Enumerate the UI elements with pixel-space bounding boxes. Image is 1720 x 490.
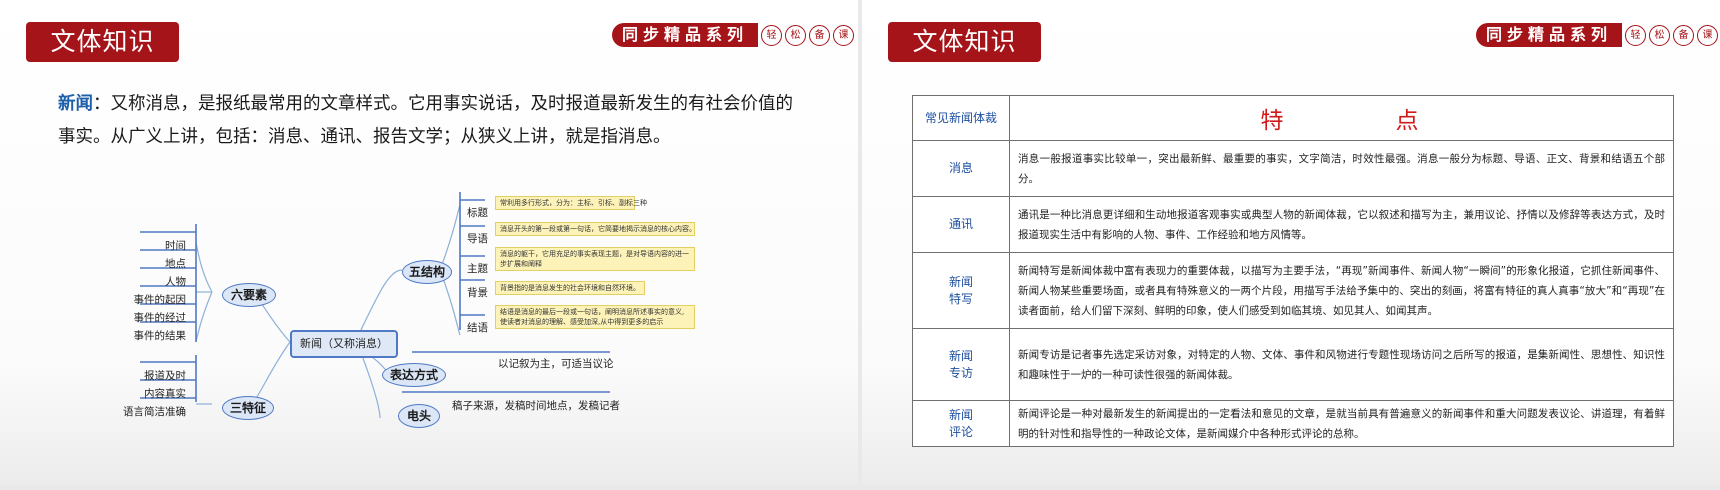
seal-char: 轻	[1625, 24, 1647, 46]
seal-char: 备	[809, 24, 831, 46]
seal-char: 备	[1673, 24, 1695, 46]
feature-item: 报道及时	[144, 370, 186, 382]
seal-char: 轻	[761, 24, 783, 46]
news-genre-table: 常见新闻体裁 特 点 消息 消息一般报道事实比较单一，突出最新鲜、最重要的事实，…	[912, 95, 1674, 447]
six-element-item: 地点	[165, 258, 186, 270]
genre-name: 新闻 专访	[912, 328, 1010, 401]
six-element-item: 事件的结果	[133, 330, 187, 342]
genre-description: 通讯是一种比消息更详细和生动地报道客观事实或典型人物的新闻体裁，它以叙述和描写为…	[1009, 196, 1674, 253]
genre-label: 新闻 专访	[948, 348, 973, 380]
structure-note: 消息开头的第一段或第一句话，它简要地揭示消息的核心内容。	[495, 222, 696, 236]
mindmap-center-node: 新闻（又称消息）	[290, 330, 398, 358]
structure-note: 常利用多行形式，分为：主标、引标、副标三种	[495, 196, 647, 210]
slide-title: 文体知识	[26, 22, 179, 62]
six-element-item: 事件的起因	[133, 294, 187, 306]
genre-description: 消息一般报道事实比较单一，突出最新鲜、最重要的事实，文字简洁，时效性最强。消息一…	[1009, 140, 1674, 197]
genre-label: 通讯	[948, 217, 973, 231]
structure-note: 背景指的是消息发生的社会环境和自然环境。	[495, 281, 645, 295]
structure-item: 标题	[467, 207, 488, 219]
genre-label: 消息	[948, 161, 973, 175]
brand-banner: 同步精品系列 轻 松 备 课	[1476, 22, 1719, 48]
news-mindmap: 时间 地点 人物 事件的起因 事件的经过 事件的结果 六要素 报道及时 内容真实…	[123, 170, 700, 440]
genre-description: 新闻专访是记者事先选定采访对象，对特定的人物、文体、事件和风物进行专题性现场访问…	[1009, 328, 1674, 401]
genre-description: 新闻特写是新闻体裁中富有表现力的重要体裁，以描写为主要手法，“再现”新闻事件、新…	[1009, 252, 1674, 329]
news-definition: 新闻：又称消息，是报纸最常用的文章样式。它用事实说话，及时报道最新发生的有社会价…	[58, 88, 808, 154]
table-row: 通讯 通讯是一种比消息更详细和生动地报道客观事实或典型人物的新闻体裁，它以叙述和…	[912, 196, 1674, 253]
brand-series-label: 同步精品系列	[612, 23, 759, 47]
feature-item: 内容真实	[144, 388, 186, 400]
structure-item: 主题	[467, 263, 488, 275]
header-feature: 特 点	[1009, 95, 1674, 141]
six-element-item: 时间	[165, 240, 186, 252]
seal-char: 松	[785, 24, 807, 46]
seal-char: 课	[1697, 24, 1719, 46]
table-row: 消息 消息一般报道事实比较单一，突出最新鲜、最重要的事实，文字简洁，时效性最强。…	[912, 140, 1674, 197]
news-definition-text: ：又称消息，是报纸最常用的文章样式。它用事实说话，及时报道最新发生的有社会价值的…	[58, 94, 793, 147]
expression-text: 以记叙为主，可适当议论	[498, 358, 614, 370]
genre-name: 消息	[912, 140, 1010, 197]
six-element-item: 事件的经过	[133, 312, 187, 324]
structure-item: 导语	[467, 233, 488, 245]
structure-note: 结语是消息的最后一段或一句话，阐明消息所述事实的意义,使读者对消息的理解、感受加…	[495, 305, 695, 329]
dateline-node: 电头	[398, 404, 440, 428]
structure-item: 背景	[467, 287, 488, 299]
genre-name: 新闻 特写	[912, 252, 1010, 329]
header-genre: 常见新闻体裁	[912, 95, 1010, 141]
slide-right: 文体知识 同步精品系列 轻 松 备 课 常见新闻体裁 特 点 消息 消息一般报道…	[862, 0, 1720, 485]
six-elements-node: 六要素	[222, 283, 276, 307]
brand-series-label: 同步精品系列	[1476, 23, 1623, 47]
structure-item: 结语	[467, 322, 488, 334]
structure-note: 消息的躯干，它用充足的事实表现主题，是对导语内容的进一步扩展和阐释	[495, 247, 695, 271]
expression-node: 表达方式	[382, 363, 446, 387]
dateline-text: 稿子来源，发稿时间地点，发稿记者	[452, 400, 620, 412]
genre-description: 新闻评论是一种对最新发生的新闻提出的一定看法和意见的文章，是就当前具有普遍意义的…	[1009, 400, 1674, 447]
three-features-node: 三特征	[222, 396, 274, 420]
slide-left: 文体知识 同步精品系列 轻 松 备 课 新闻：又称消息，是报纸最常用的文章样式。…	[0, 0, 858, 485]
brand-banner: 同步精品系列 轻 松 备 课	[612, 22, 855, 48]
table-header-row: 常见新闻体裁 特 点	[912, 95, 1674, 141]
feature-item: 语言简洁准确	[123, 406, 186, 418]
genre-name: 新闻 评论	[912, 400, 1010, 447]
genre-name: 通讯	[912, 196, 1010, 253]
news-term: 新闻	[58, 94, 93, 114]
six-element-item: 人物	[165, 276, 186, 288]
table-row: 新闻 评论 新闻评论是一种对最新发生的新闻提出的一定看法和意见的文章，是就当前具…	[912, 400, 1674, 447]
genre-label: 新闻 特写	[948, 274, 973, 306]
genre-label: 新闻 评论	[948, 407, 973, 439]
seal-char: 课	[833, 24, 855, 46]
seal-char: 松	[1649, 24, 1671, 46]
five-structure-node: 五结构	[402, 260, 452, 284]
slide-title: 文体知识	[888, 22, 1041, 62]
table-row: 新闻 特写 新闻特写是新闻体裁中富有表现力的重要体裁，以描写为主要手法，“再现”…	[912, 252, 1674, 329]
table-row: 新闻 专访 新闻专访是记者事先选定采访对象，对特定的人物、文体、事件和风物进行专…	[912, 328, 1674, 401]
